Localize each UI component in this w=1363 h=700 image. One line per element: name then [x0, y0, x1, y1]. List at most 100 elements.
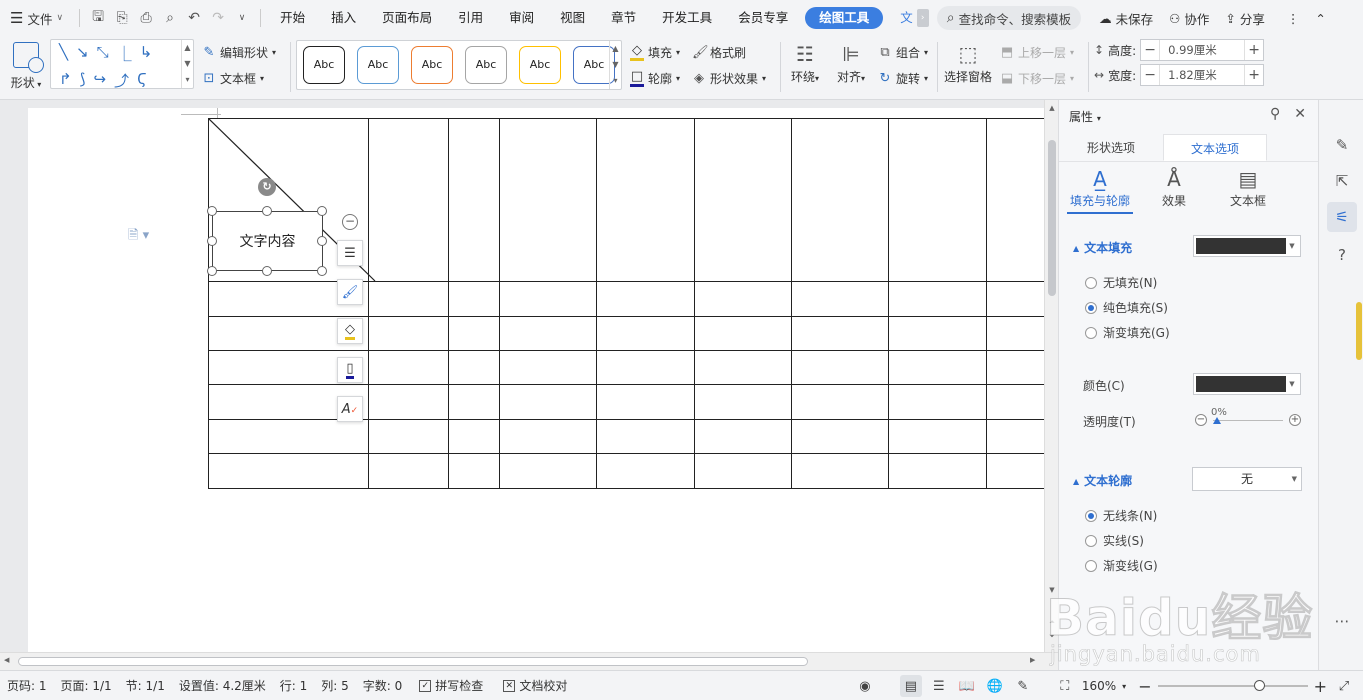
share-button[interactable]: 分享: [1240, 9, 1265, 28]
rotate-button[interactable]: ↻ 旋转 ▾: [878, 67, 928, 89]
align-button[interactable]: ⊫ 对齐▾: [834, 40, 868, 85]
text-fill-color-picker[interactable]: ▼: [1193, 235, 1301, 257]
radio-button[interactable]: [1085, 509, 1097, 522]
status-section[interactable]: 节: 1/1: [119, 677, 172, 694]
radio-button[interactable]: [1085, 301, 1097, 314]
status-row[interactable]: 行: 1: [273, 677, 315, 694]
curve-connector-icon[interactable]: ⟆: [80, 70, 86, 91]
strip-scroll-thumb[interactable]: [1356, 302, 1362, 360]
tab-section[interactable]: 章节: [598, 0, 649, 36]
radio-button[interactable]: [1085, 534, 1097, 547]
horizontal-scrollbar[interactable]: ◀ ▶: [0, 652, 1058, 670]
radio-solid-line[interactable]: 实线(S): [1085, 532, 1144, 549]
fit-page-icon[interactable]: ⛶: [1054, 675, 1076, 697]
resize-handle[interactable]: [262, 266, 272, 276]
collapse-ribbon-icon[interactable]: ⌃: [1315, 11, 1325, 26]
pen-icon[interactable]: ✎: [1327, 130, 1357, 160]
outline-select[interactable]: 无 ▼: [1192, 467, 1302, 491]
tab-page-layout[interactable]: 页面布局: [369, 0, 445, 36]
resize-handle[interactable]: [317, 266, 327, 276]
status-words[interactable]: 字数: 0: [356, 677, 410, 694]
status-pages[interactable]: 页面: 1/1: [54, 677, 119, 694]
zoom-track[interactable]: [1157, 685, 1308, 687]
radio-button[interactable]: [1085, 559, 1097, 572]
undo-icon[interactable]: ↶: [182, 6, 206, 30]
width-field[interactable]: − 1.82厘米 +: [1140, 64, 1265, 86]
tab-drawing-tools[interactable]: 绘图工具: [805, 7, 884, 29]
properties-icon[interactable]: ⚟: [1327, 202, 1357, 232]
resize-handle[interactable]: [262, 206, 272, 216]
scroll-left-icon[interactable]: ◀: [4, 656, 9, 664]
radio-no-line[interactable]: 无线条(N): [1085, 507, 1157, 524]
prev-page-icon[interactable]: ⏶: [1045, 618, 1059, 627]
tab-view[interactable]: 视图: [547, 0, 598, 36]
height-value[interactable]: 0.99厘米: [1159, 40, 1246, 60]
tab-text-options[interactable]: 文本选项: [1163, 134, 1267, 161]
freeform-curve-icon[interactable]: Ϛ: [137, 70, 147, 91]
slider-track[interactable]: [1213, 420, 1283, 421]
collab-button[interactable]: 协作: [1184, 9, 1209, 28]
shape-button[interactable]: 形状 ▾: [8, 40, 44, 96]
style-sample[interactable]: Abc: [465, 46, 507, 84]
close-icon[interactable]: ✕: [1294, 106, 1306, 122]
selected-textbox[interactable]: 文字内容: [212, 211, 323, 271]
resize-handle[interactable]: [207, 236, 217, 246]
subtab-textbox[interactable]: ▤ 文本框: [1215, 166, 1281, 214]
section-text-fill[interactable]: 文本填充: [1073, 239, 1132, 256]
wrap-button[interactable]: ☷ 环绕▾: [788, 40, 822, 85]
zoom-out-icon[interactable]: −: [1138, 677, 1151, 696]
tab-member[interactable]: 会员专享: [725, 0, 801, 36]
radio-gradient-fill[interactable]: 渐变填充(G): [1085, 324, 1170, 341]
curve-arrow-icon[interactable]: ↪: [93, 70, 106, 91]
status-page-no[interactable]: 页码: 1: [0, 677, 54, 694]
resize-handle[interactable]: [207, 206, 217, 216]
tab-scroll-right-icon[interactable]: ›: [916, 9, 929, 27]
panel-title[interactable]: 属性 ▾: [1069, 108, 1101, 125]
spell-check-button[interactable]: ✓ 拼写检查: [409, 677, 493, 694]
zoom-knob[interactable]: [1253, 680, 1265, 691]
shape-fill-button[interactable]: ◇: [337, 318, 363, 344]
line-icon[interactable]: ╲: [59, 43, 68, 64]
format-painter-button[interactable]: 🖌 格式刷: [692, 41, 766, 63]
select-pane-button[interactable]: ⬚ 选择窗格: [942, 40, 994, 85]
zoom-slider[interactable]: [1157, 676, 1308, 696]
line-shapes-gallery[interactable]: ╲ ↘ ⤡ ⎿ ↳ ↱ ⟆ ↪ ⤴ Ϛ ▲ ▼ ▾: [50, 39, 194, 91]
command-search[interactable]: ⌕ 查找命令、搜索模板: [936, 6, 1082, 30]
shape-style-gallery[interactable]: Abc Abc Abc Abc Abc Abc ▲ ▼ ▾: [296, 40, 622, 90]
zoom-in-icon[interactable]: +: [1314, 677, 1327, 696]
customize-chevron-icon[interactable]: ∨: [230, 6, 254, 30]
arrow-icon[interactable]: ↘: [76, 43, 89, 64]
style-sample[interactable]: Abc: [411, 46, 453, 84]
elbow-arrow-icon[interactable]: ↳: [140, 43, 153, 64]
style-sample[interactable]: Abc: [519, 46, 561, 84]
scroll-thumb[interactable]: [1048, 140, 1056, 296]
eye-protection-icon[interactable]: ◉: [854, 675, 876, 697]
status-setting[interactable]: 设置值: 4.2厘米: [172, 677, 273, 694]
resize-handle[interactable]: [207, 266, 217, 276]
zoom-value[interactable]: 160%: [1082, 679, 1116, 693]
radio-solid-fill[interactable]: 纯色填充(S): [1085, 299, 1168, 316]
bring-forward-button[interactable]: ⬒ 上移一层 ▾: [1000, 41, 1074, 63]
print-icon[interactable]: ⎙: [134, 6, 158, 30]
tab-insert[interactable]: 插入: [318, 0, 369, 36]
transparency-plus-button[interactable]: +: [1289, 414, 1301, 426]
outline-view-icon[interactable]: ☰: [928, 675, 950, 697]
height-minus-button[interactable]: −: [1141, 42, 1159, 58]
write-view-icon[interactable]: ✎: [1012, 675, 1034, 697]
export-icon[interactable]: ⎘: [110, 6, 134, 30]
width-minus-button[interactable]: −: [1141, 67, 1159, 83]
shape-outline-button[interactable]: ▯: [337, 357, 363, 383]
collapse-toolbar-icon[interactable]: −: [342, 214, 358, 230]
status-col[interactable]: 列: 5: [314, 677, 356, 694]
subtab-effects[interactable]: Å 效果: [1141, 166, 1207, 214]
page-view-icon[interactable]: ▤: [899, 675, 922, 697]
resize-handle[interactable]: [317, 206, 327, 216]
radio-button[interactable]: [1085, 326, 1097, 339]
tab-review[interactable]: 审阅: [496, 0, 547, 36]
fill-button[interactable]: ◇ 填充 ▾: [630, 41, 680, 63]
gallery-scroll[interactable]: ▲ ▼ ▾: [181, 40, 193, 88]
save-icon[interactable]: 🖫: [86, 6, 110, 30]
color-picker[interactable]: ▼: [1193, 373, 1301, 395]
transparency-minus-button[interactable]: −: [1195, 414, 1207, 426]
height-field[interactable]: − 0.99厘米 +: [1140, 39, 1265, 61]
